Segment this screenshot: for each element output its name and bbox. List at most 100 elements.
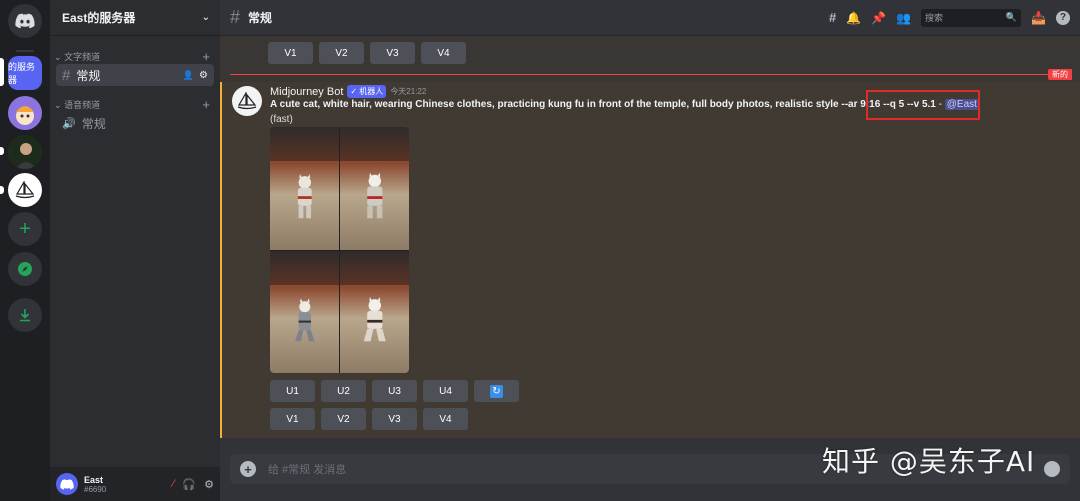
inbox-icon[interactable]: 📥 (1031, 11, 1046, 25)
add-channel-icon[interactable]: + (202, 49, 210, 64)
channel-label: 常规 (81, 116, 106, 131)
headphones-icon[interactable]: 🎧 (182, 478, 196, 491)
gear-icon[interactable]: ⚙ (199, 70, 208, 81)
u2-button[interactable]: U2 (321, 380, 366, 402)
v4-button[interactable]: V4 (421, 42, 466, 64)
bot-badge: ✓ 机器人 (347, 85, 387, 98)
image-tile-4 (340, 250, 409, 373)
search-placeholder: 搜索 (925, 13, 944, 23)
members-icon[interactable]: 👥 (896, 11, 911, 25)
discord-window: 的服务器 + East的服务器 ⌄ ⌄ 文字频道 + # 常规 👤 ⚙ ⌄ 语音… (0, 0, 1080, 501)
help-icon[interactable]: ? (1056, 10, 1070, 25)
download-apps-icon[interactable] (8, 298, 42, 332)
discord-home-icon[interactable] (8, 4, 42, 38)
settings-gear-icon[interactable]: ⚙ (204, 478, 214, 491)
v2-button[interactable]: V2 (319, 42, 364, 64)
add-channel-icon[interactable]: + (202, 97, 210, 112)
new-messages-badge: 新的 (1048, 69, 1072, 80)
u3-button[interactable]: U3 (372, 380, 417, 402)
unread-pill-2 (0, 186, 4, 194)
voice-channel-general[interactable]: 🔊 常规 (56, 112, 214, 134)
params-highlight-box (866, 90, 980, 120)
add-server-icon[interactable]: + (8, 212, 42, 246)
chevron-down-icon: ⌄ (54, 51, 62, 62)
image-tile-2 (340, 127, 409, 250)
user-panel: East #6690 ⁄ 🎧 ⚙ (50, 467, 220, 501)
guild-header[interactable]: East的服务器 ⌄ (50, 0, 220, 36)
explore-compass-icon[interactable] (8, 252, 42, 286)
refresh-icon: ↻ (490, 384, 503, 398)
speaker-icon: 🔊 (62, 117, 76, 130)
v3-button[interactable]: V3 (372, 408, 417, 430)
server-east[interactable]: 的服务器 (8, 56, 42, 90)
mute-mic-icon[interactable]: ⁄ (173, 478, 175, 490)
guild-name: East的服务器 (62, 11, 136, 25)
midjourney-boat-icon (237, 92, 257, 110)
category-voice[interactable]: ⌄ 语音频道 + (50, 96, 220, 112)
server-avatar-2[interactable] (8, 96, 42, 130)
emoji-icon[interactable] (1044, 461, 1060, 477)
message-list: V1 V2 V3 V4 新的 Midjourney Bot ✓ 机器人 今天21… (220, 36, 1080, 438)
midjourney-boat-icon (15, 181, 35, 199)
image-tile-3 (270, 250, 339, 373)
search-icon: 🔍 (1005, 12, 1018, 22)
server-avatar-3[interactable] (8, 135, 42, 169)
portrait-avatar-icon (8, 135, 42, 169)
kungfu-cat-image (366, 172, 383, 219)
chevron-down-icon: ⌄ (201, 12, 210, 23)
bell-icon[interactable]: 🔔 (846, 11, 861, 25)
v2-button[interactable]: V2 (321, 408, 366, 430)
hash-icon: # (62, 66, 71, 84)
midjourney-avatar[interactable] (232, 86, 262, 116)
new-messages-divider (230, 74, 1056, 75)
channel-sidebar: East的服务器 ⌄ ⌄ 文字频道 + # 常规 👤 ⚙ ⌄ 语音频道 + 🔊 … (50, 0, 220, 501)
channel-header: # 常规 # 🔔 📌 👥 搜索 🔍 📥 ? (220, 0, 1080, 36)
speed-label: (fast) (270, 114, 293, 125)
threads-icon[interactable]: # (829, 10, 836, 25)
main-panel: # 常规 # 🔔 📌 👥 搜索 🔍 📥 ? V1 V2 V3 V4 新的 Mid… (220, 0, 1080, 501)
v4-button[interactable]: V4 (423, 408, 468, 430)
u4-button[interactable]: U4 (423, 380, 468, 402)
channel-item-general[interactable]: # 常规 👤 ⚙ (56, 64, 214, 86)
v3-button[interactable]: V3 (370, 42, 415, 64)
prompt-body: A cute cat, white hair, wearing Chinese … (270, 99, 842, 110)
chevron-down-icon: ⌄ (54, 99, 62, 110)
channel-title: 常规 (248, 11, 273, 25)
author-name[interactable]: Midjourney Bot (270, 86, 343, 98)
upscale-row: U1 U2 U3 U4 ↻ (270, 380, 519, 402)
hash-icon: # (230, 7, 241, 27)
message-header: Midjourney Bot ✓ 机器人 今天21:22 (270, 85, 426, 98)
invite-icon[interactable]: 👤 (183, 70, 194, 81)
user-name: East (84, 474, 104, 485)
composer-placeholder: 给 #常规 发消息 (268, 464, 347, 476)
pin-icon[interactable]: 📌 (871, 11, 886, 25)
rail-separator (16, 50, 34, 52)
category-label: 文字频道 (64, 51, 101, 62)
v1-button[interactable]: V1 (268, 42, 313, 64)
u1-button[interactable]: U1 (270, 380, 315, 402)
search-box[interactable]: 搜索 🔍 (921, 8, 1022, 27)
kungfu-cat-image (363, 297, 386, 342)
server-midjourney[interactable] (8, 173, 42, 207)
bot-message: Midjourney Bot ✓ 机器人 今天21:22 A cute cat,… (220, 82, 1080, 438)
server-rail: 的服务器 + (0, 0, 50, 501)
image-grid[interactable] (270, 127, 409, 373)
category-label: 语音频道 (64, 99, 101, 110)
unread-pill (0, 147, 4, 155)
v1-button[interactable]: V1 (270, 408, 315, 430)
previous-message: V1 V2 V3 V4 (220, 36, 1080, 69)
reroll-button[interactable]: ↻ (474, 380, 519, 402)
image-tile-1 (270, 127, 339, 250)
user-tag: #6690 (84, 484, 107, 494)
active-server-pill (0, 58, 4, 86)
user-avatar[interactable] (56, 473, 78, 495)
attach-plus-icon[interactable]: + (240, 461, 256, 477)
previous-variation-row: V1 V2 V3 V4 (268, 42, 466, 64)
anime-avatar-icon (8, 96, 42, 130)
server-east-label: 的服务器 (8, 62, 36, 85)
category-text[interactable]: ⌄ 文字频道 + (50, 48, 220, 64)
kungfu-cat-image (294, 298, 315, 342)
watermark-text: 知乎 @吴东子AI (822, 445, 1036, 478)
message-timestamp: 今天21:22 (390, 87, 427, 96)
variation-row: V1 V2 V3 V4 (270, 408, 468, 430)
